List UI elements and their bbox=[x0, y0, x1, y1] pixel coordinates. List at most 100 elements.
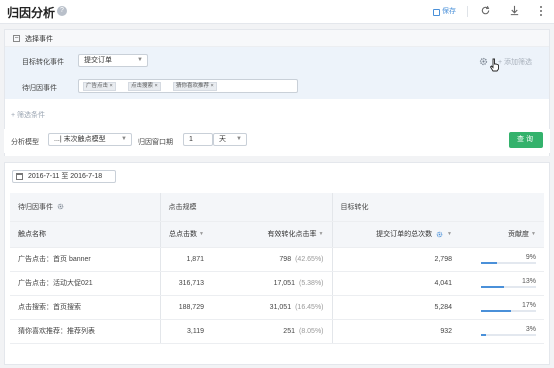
group-header-events-label: 待归因事件 bbox=[18, 203, 53, 211]
contribution-value: 13% bbox=[521, 278, 536, 285]
contribution-track bbox=[481, 310, 536, 312]
cell-clicks: 3,119 bbox=[159, 319, 212, 344]
help-icon[interactable]: ? bbox=[57, 6, 67, 16]
cell-contribution: 3% bbox=[460, 319, 544, 344]
target-event-select[interactable]: 提交订单 ▼ bbox=[78, 54, 148, 67]
date-range-value: 2016-7-11 至 2016-7-18 bbox=[28, 173, 103, 180]
cell-orders: 2,798 bbox=[331, 247, 460, 272]
contribution-track bbox=[481, 286, 536, 288]
pending-events-input[interactable]: 广告点击 × 点击搜索 × 猜你喜欢推荐 × bbox=[78, 79, 298, 93]
contribution-value: 17% bbox=[521, 302, 536, 309]
target-event-label: 目标转化事件 bbox=[22, 59, 64, 66]
contribution-track bbox=[481, 262, 536, 264]
sort-icon[interactable]: ▼ bbox=[531, 231, 536, 237]
contribution-value: 3% bbox=[525, 326, 536, 333]
cell-clicks: 316,713 bbox=[159, 271, 212, 296]
attribution-table: 待归因事件 点击规模 目标转化 触点名称 总点击数 ▼ 有效转化点击率 ▼ 提交订单… bbox=[10, 193, 544, 344]
window-unit: 天 bbox=[219, 136, 226, 143]
effective-pct: (16.45%) bbox=[295, 303, 324, 311]
table-row[interactable]: 点击搜索：首页搜索 188,729 31,051 (16.45%) 5,284 1… bbox=[10, 295, 544, 320]
effective-pct: (5.38%) bbox=[298, 279, 324, 287]
download-icon[interactable] bbox=[509, 5, 520, 16]
cell-effective: 17,051 (5.38%) bbox=[212, 271, 332, 296]
chevron-down-icon: ▼ bbox=[121, 136, 127, 142]
tag-label: 猜你喜欢推荐 bbox=[176, 83, 210, 89]
contribution-fill bbox=[481, 334, 487, 336]
page-title: 归因分析 bbox=[7, 6, 56, 20]
close-icon[interactable]: × bbox=[211, 83, 214, 89]
tag-label: 广告点击 bbox=[86, 83, 109, 89]
column-header-row: 触点名称 总点击数 ▼ 有效转化点击率 ▼ 提交订单的总次数 ▼ 贡献度 ▼ bbox=[10, 221, 544, 248]
gear-icon[interactable] bbox=[436, 231, 443, 238]
cursor-icon bbox=[489, 58, 499, 72]
section-title: 选择事件 bbox=[25, 36, 53, 43]
cell-contribution: 13% bbox=[460, 271, 544, 296]
cell-orders: 4,041 bbox=[331, 271, 460, 296]
add-condition-link[interactable]: + 筛选条件 bbox=[11, 110, 45, 120]
gear-icon[interactable] bbox=[57, 203, 64, 210]
contribution-meter: 17% bbox=[481, 302, 536, 312]
col-total-orders[interactable]: 提交订单的总次数 ▼ bbox=[331, 221, 460, 248]
header-divider bbox=[467, 6, 468, 17]
top-bar: 归因分析 ? 保存 bbox=[0, 0, 554, 24]
chevron-down-icon: ▼ bbox=[236, 136, 242, 142]
col-effective-rate-label: 有效转化点击率 bbox=[267, 231, 317, 238]
refresh-icon[interactable] bbox=[480, 5, 491, 16]
event-tag[interactable]: 点击搜索 × bbox=[128, 82, 161, 91]
collapse-icon[interactable]: − bbox=[13, 35, 20, 42]
cell-effective: 31,051 (16.45%) bbox=[212, 295, 332, 320]
cell-name: 猜你喜欢推荐：推荐列表 bbox=[10, 319, 160, 344]
effective-count: 31,051 bbox=[269, 303, 292, 311]
col-total-orders-label: 提交订单的总次数 bbox=[376, 231, 433, 238]
table-row[interactable]: 猜你喜欢推荐：推荐列表 3,119 251 (8.05%) 932 3% bbox=[10, 319, 544, 344]
contribution-meter: 3% bbox=[481, 326, 536, 336]
chevron-down-icon: ▼ bbox=[137, 57, 143, 63]
cell-orders: 5,284 bbox=[331, 295, 460, 320]
col-total-clicks[interactable]: 总点击数 ▼ bbox=[159, 221, 212, 248]
add-filter-label: 添加筛选 bbox=[504, 59, 533, 66]
model-value: ...| 末次触点模型 bbox=[54, 136, 106, 143]
close-icon[interactable]: × bbox=[110, 83, 113, 89]
close-icon[interactable]: × bbox=[155, 83, 158, 89]
table-row[interactable]: 广告点击：活动大促021 316,713 17,051 (5.38%) 4,041… bbox=[10, 271, 544, 296]
sort-icon[interactable]: ▼ bbox=[447, 231, 452, 237]
add-condition-label: 筛选条件 bbox=[17, 112, 46, 119]
event-tag[interactable]: 猜你喜欢推荐 × bbox=[173, 82, 217, 91]
contribution-track bbox=[481, 334, 536, 336]
table-row[interactable]: 广告点击：首页 banner 1,871 798 (42.65%) 2,798 9… bbox=[10, 247, 544, 272]
col-effective-rate[interactable]: 有效转化点击率 ▼ bbox=[212, 221, 332, 248]
contribution-fill bbox=[481, 286, 505, 288]
col-contribution[interactable]: 贡献度 ▼ bbox=[460, 221, 544, 248]
effective-count: 17,051 bbox=[273, 279, 295, 287]
window-value: 1 bbox=[189, 136, 193, 143]
window-input[interactable]: 1 bbox=[183, 133, 213, 146]
contribution-fill bbox=[481, 310, 512, 312]
cell-effective: 251 (8.05%) bbox=[212, 319, 332, 344]
contribution-meter: 9% bbox=[481, 254, 536, 264]
gear-icon[interactable] bbox=[479, 57, 488, 66]
cell-contribution: 17% bbox=[460, 295, 544, 320]
save-button[interactable]: 保存 bbox=[433, 6, 456, 18]
sort-icon[interactable]: ▼ bbox=[319, 231, 324, 237]
add-filter-link[interactable]: + 添加筛选 bbox=[498, 57, 532, 67]
cell-clicks: 188,729 bbox=[159, 295, 212, 320]
cell-name: 广告点击：首页 banner bbox=[10, 247, 160, 272]
more-icon[interactable] bbox=[537, 5, 545, 17]
save-icon bbox=[433, 8, 440, 16]
contribution-meter: 13% bbox=[481, 278, 536, 288]
effective-pct: (42.65%) bbox=[295, 255, 324, 263]
model-label: 分析模型 bbox=[11, 139, 39, 146]
model-select[interactable]: ...| 末次触点模型 ▼ bbox=[48, 133, 132, 146]
pending-events-label: 待归因事件 bbox=[22, 85, 57, 92]
tag-label: 点击搜索 bbox=[131, 83, 154, 89]
target-event-value: 提交订单 bbox=[84, 57, 112, 64]
sort-icon[interactable]: ▼ bbox=[199, 231, 204, 237]
event-tag[interactable]: 广告点击 × bbox=[83, 82, 116, 91]
date-range-picker[interactable]: 2016-7-11 至 2016-7-18 bbox=[12, 170, 116, 183]
query-button[interactable]: 查询 bbox=[509, 132, 543, 148]
window-unit-select[interactable]: 天 ▼ bbox=[213, 133, 247, 146]
cell-contribution: 9% bbox=[460, 247, 544, 272]
calendar-icon bbox=[16, 173, 23, 180]
col-name: 触点名称 bbox=[10, 221, 160, 248]
effective-pct: (8.05%) bbox=[298, 327, 324, 335]
